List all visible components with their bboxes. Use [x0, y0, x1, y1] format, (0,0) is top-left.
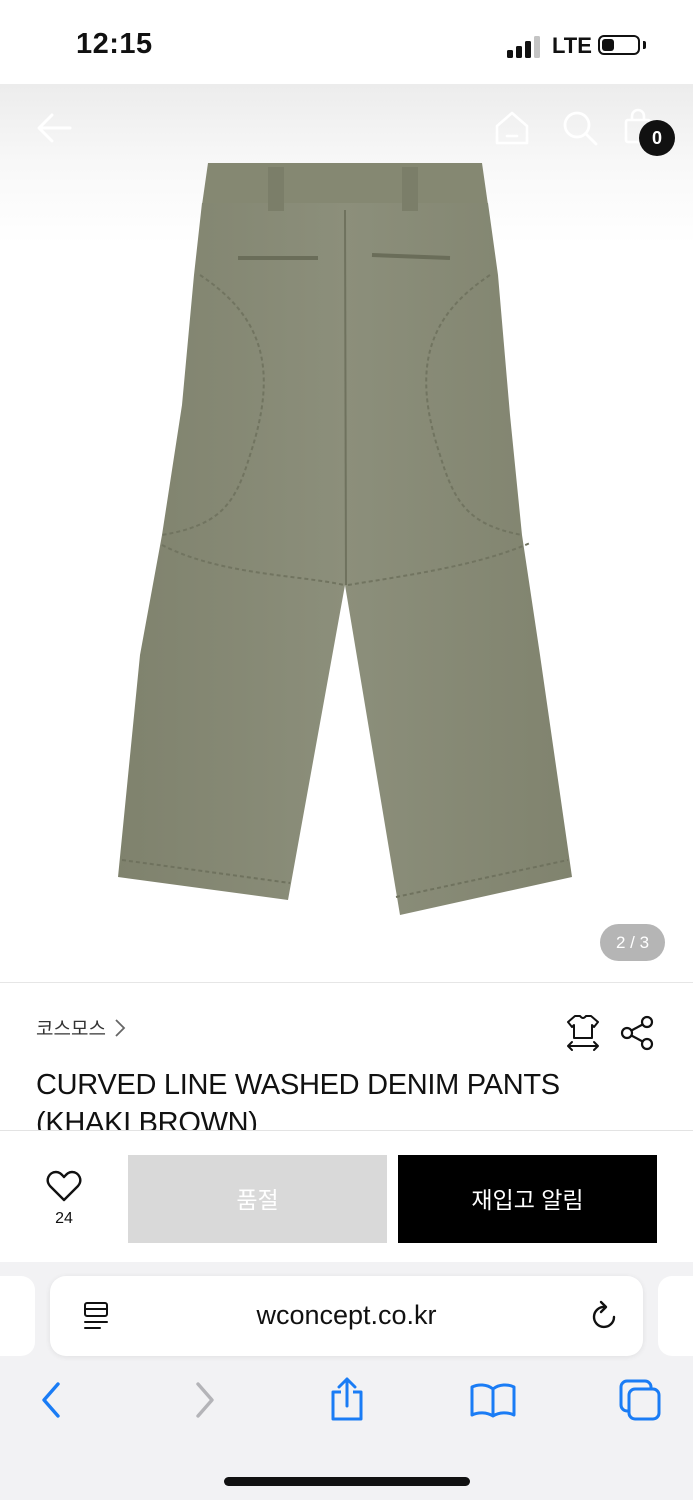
browser-back-icon[interactable]: [36, 1380, 68, 1420]
home-indicator: [224, 1477, 470, 1486]
size-guide-icon[interactable]: [565, 1012, 601, 1052]
brand-name: 코스모스: [36, 1019, 106, 1040]
image-counter: 2 / 3: [600, 924, 665, 961]
like-button[interactable]: 24: [38, 1170, 90, 1230]
reader-mode-icon[interactable]: [82, 1300, 110, 1334]
soldout-button[interactable]: 품절: [128, 1155, 387, 1243]
divider: [0, 982, 693, 983]
battery-tip: [643, 41, 646, 49]
next-tab-peek[interactable]: [658, 1276, 693, 1356]
battery-icon: [598, 35, 640, 55]
like-count: 24: [55, 1210, 73, 1227]
share-icon[interactable]: [620, 1015, 654, 1051]
product-image[interactable]: [110, 155, 580, 925]
heart-icon: [46, 1170, 82, 1202]
browser-forward-icon[interactable]: [188, 1380, 220, 1420]
product-title: CURVED LINE WASHED DENIM PANTS (KHAKI BR…: [36, 1069, 560, 1130]
status-time: 12:15: [76, 28, 153, 60]
browser-share-icon[interactable]: [327, 1376, 367, 1422]
chevron-right-icon: [115, 1018, 126, 1037]
reload-icon[interactable]: [588, 1299, 620, 1333]
restock-alert-button[interactable]: 재입고 알림: [398, 1155, 657, 1243]
cart-count-badge: 0: [639, 120, 675, 156]
url-text[interactable]: wconcept.co.kr: [180, 1300, 513, 1331]
previous-tab-peek[interactable]: [0, 1276, 35, 1356]
back-arrow-icon[interactable]: [34, 108, 74, 148]
tabs-overview-icon[interactable]: [618, 1378, 662, 1422]
network-label: LTE: [552, 33, 592, 58]
bookmarks-icon[interactable]: [470, 1382, 516, 1418]
status-bar: 12:15 LTE: [0, 0, 693, 84]
search-icon[interactable]: [560, 108, 600, 148]
signal-icon: [507, 36, 540, 58]
home-icon[interactable]: [492, 108, 532, 148]
brand-link[interactable]: 코스모스: [36, 1014, 126, 1041]
